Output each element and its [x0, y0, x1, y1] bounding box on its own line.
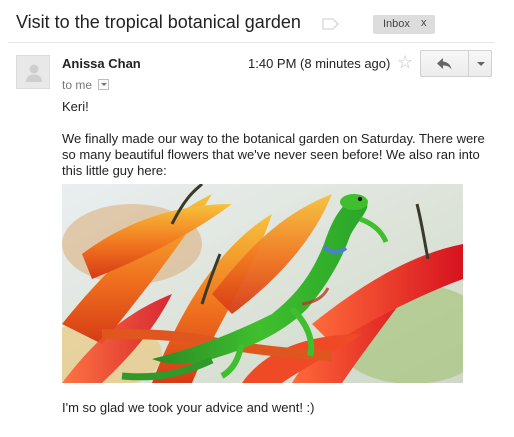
sender-name[interactable]: Anissa Chan: [62, 56, 141, 71]
remove-label-button[interactable]: x: [421, 17, 427, 29]
message-body: Keri! We finally made our way to the bot…: [62, 99, 502, 179]
more-options-button[interactable]: [468, 50, 492, 77]
message-timestamp: 1:40 PM (8 minutes ago): [248, 56, 391, 71]
email-subject: Visit to the tropical botanical garden: [16, 12, 301, 32]
person-silhouette-icon: [26, 64, 42, 82]
sender-avatar[interactable]: [16, 55, 50, 89]
inbox-label: Inbox: [383, 18, 410, 30]
greeting-text: Keri!: [62, 99, 89, 114]
show-details-toggle[interactable]: [98, 79, 110, 91]
important-marker-icon[interactable]: [322, 18, 339, 30]
inbox-label-chip: Inbox x: [373, 15, 435, 34]
reply-button[interactable]: [420, 50, 468, 77]
body-paragraph: We finally made our way to the botanical…: [62, 131, 485, 178]
gecko-flower-photo[interactable]: [62, 184, 463, 383]
star-outline-icon[interactable]: ☆: [397, 52, 413, 72]
recipient-text: to me: [62, 77, 93, 92]
closing-text: I'm so glad we took your advice and went…: [62, 400, 315, 415]
subject-row: Visit to the tropical botanical garden I…: [16, 12, 514, 38]
recipient-row: to me: [62, 77, 110, 92]
reply-arrow-icon: [437, 58, 452, 70]
header-divider: [8, 42, 494, 43]
